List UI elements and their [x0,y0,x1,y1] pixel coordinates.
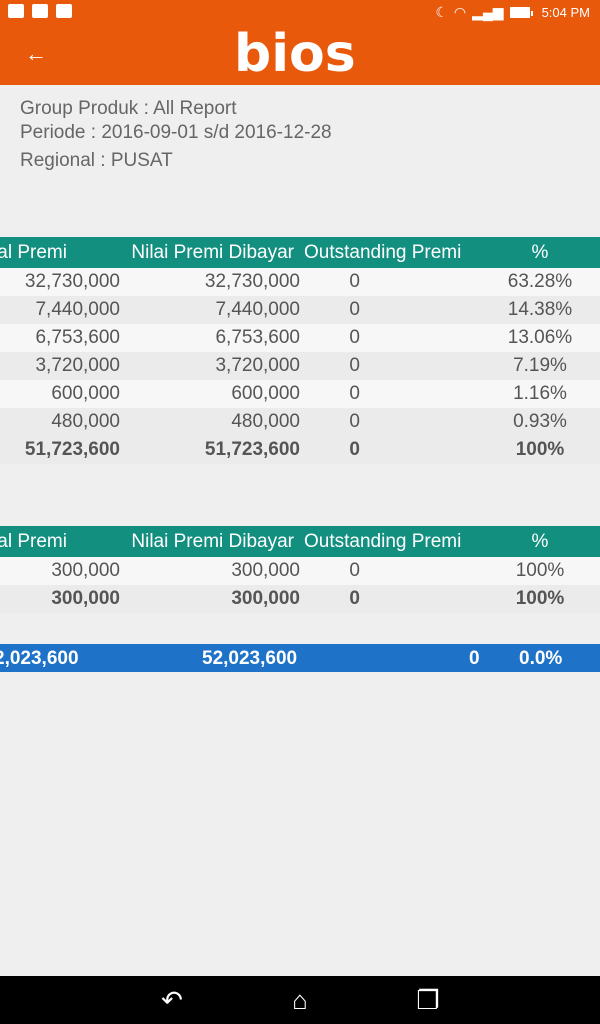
nilai-premi-dibayar-cell: 480,000 [120,408,300,436]
grand-total-percent: 0.0% [519,648,563,669]
percent-cell: 63.28% [480,268,600,296]
outstanding-premi-cell: 0 [300,324,480,352]
table-total-row: 300,000 300,000 0 100% [0,585,600,613]
percent-total-cell: 100% [480,436,600,464]
app-bar: ← bios [0,24,600,85]
table-header-row: tal Premi Nilai Premi Dibayar Outstandin… [0,237,600,268]
group-produk-label: Group Produk : All Report [20,98,237,119]
nilai-premi-dibayar-total-cell: 51,723,600 [120,436,300,464]
wifi-icon: ◠ [453,4,467,20]
column-header-nilai-premi-dibayar: Nilai Premi Dibayar [120,526,300,557]
percent-cell: 13.06% [480,324,600,352]
status-time: 5:04 PM [541,4,590,20]
percent-cell: 7.19% [480,352,600,380]
table-total-row: 51,723,600 51,723,600 0 100% [0,436,600,464]
status-bar: ☾ ◠ ▂▄▆ 5:04 PM [0,0,600,24]
battery-icon [509,6,533,18]
column-header-outstanding-premi: Outstanding Premi [300,526,480,557]
nilai-premi-dibayar-cell: 3,720,000 [120,352,300,380]
column-header-outstanding-premi: Outstanding Premi [300,237,480,268]
grand-total-row: 2,023,600 52,023,600 0 0.0% [0,644,600,672]
percent-cell: 100% [480,557,600,585]
outstanding-premi-cell: 0 [300,296,480,324]
column-header-total-premi: tal Premi [0,237,120,268]
gmail-notification-icon [8,4,24,18]
outstanding-premi-total-cell: 0 [300,436,480,464]
nav-home-icon[interactable]: ⌂ [285,986,315,1014]
outstanding-premi-cell: 0 [300,268,480,296]
nilai-premi-dibayar-cell: 600,000 [120,380,300,408]
table-row: 480,000 480,000 0 0.93% [0,408,600,436]
table-row: 600,000 600,000 0 1.16% [0,380,600,408]
total-premi-cell: 3,720,000 [0,352,120,380]
total-premi-cell: 300,000 [0,557,120,585]
table-row: 7,440,000 7,440,000 0 14.38% [0,296,600,324]
premium-table-2: tal Premi Nilai Premi Dibayar Outstandin… [0,526,600,613]
regional-label: Regional : PUSAT [20,150,173,171]
table-row: 32,730,000 32,730,000 0 63.28% [0,268,600,296]
table-row: 6,753,600 6,753,600 0 13.06% [0,324,600,352]
total-premi-total-cell: 51,723,600 [0,436,120,464]
total-premi-total-cell: 300,000 [0,585,120,613]
column-header-percent: % [480,237,600,268]
nilai-premi-dibayar-total-cell: 300,000 [120,585,300,613]
mail-notification-icon [32,4,48,18]
app-logo: bios [234,24,356,84]
percent-cell: 0.93% [480,408,600,436]
back-arrow-icon[interactable]: ← [20,38,52,70]
outstanding-premi-cell: 0 [300,408,480,436]
percent-cell: 14.38% [480,296,600,324]
nilai-premi-dibayar-cell: 32,730,000 [120,268,300,296]
nilai-premi-dibayar-cell: 7,440,000 [120,296,300,324]
column-header-total-premi: tal Premi [0,526,120,557]
outstanding-premi-cell: 0 [300,380,480,408]
signal-icon: ▂▄▆ [472,4,504,20]
outstanding-premi-cell: 0 [300,557,480,585]
nav-back-icon[interactable]: ↶ [157,986,187,1014]
nilai-premi-dibayar-cell: 6,753,600 [120,324,300,352]
total-premi-cell: 6,753,600 [0,324,120,352]
table-row: 3,720,000 3,720,000 0 7.19% [0,352,600,380]
periode-label: Periode : 2016-09-01 s/d 2016-12-28 [20,122,332,143]
table-header-row: tal Premi Nilai Premi Dibayar Outstandin… [0,526,600,557]
total-premi-cell: 7,440,000 [0,296,120,324]
moon-icon: ☾ [435,4,448,20]
total-premi-cell: 600,000 [0,380,120,408]
outstanding-premi-total-cell: 0 [300,585,480,613]
nilai-premi-dibayar-cell: 300,000 [120,557,300,585]
nav-recents-icon[interactable]: ❐ [413,986,443,1014]
column-header-percent: % [480,526,600,557]
premium-table-1: tal Premi Nilai Premi Dibayar Outstandin… [0,237,600,464]
table-row: 300,000 300,000 0 100% [0,557,600,585]
outstanding-premi-cell: 0 [300,352,480,380]
system-navigation-bar: ↶ ⌂ ❐ [0,976,600,1024]
percent-cell: 1.16% [480,380,600,408]
column-header-nilai-premi-dibayar: Nilai Premi Dibayar [120,237,300,268]
total-premi-cell: 32,730,000 [0,268,120,296]
grand-total-nilai-premi-dibayar: 52,023,600 [202,648,298,669]
clipboard-notification-icon [56,4,72,18]
total-premi-cell: 480,000 [0,408,120,436]
grand-total-outstanding-premi: 0 [469,648,480,669]
grand-total-premi: 2,023,600 [0,648,79,669]
percent-total-cell: 100% [480,585,600,613]
